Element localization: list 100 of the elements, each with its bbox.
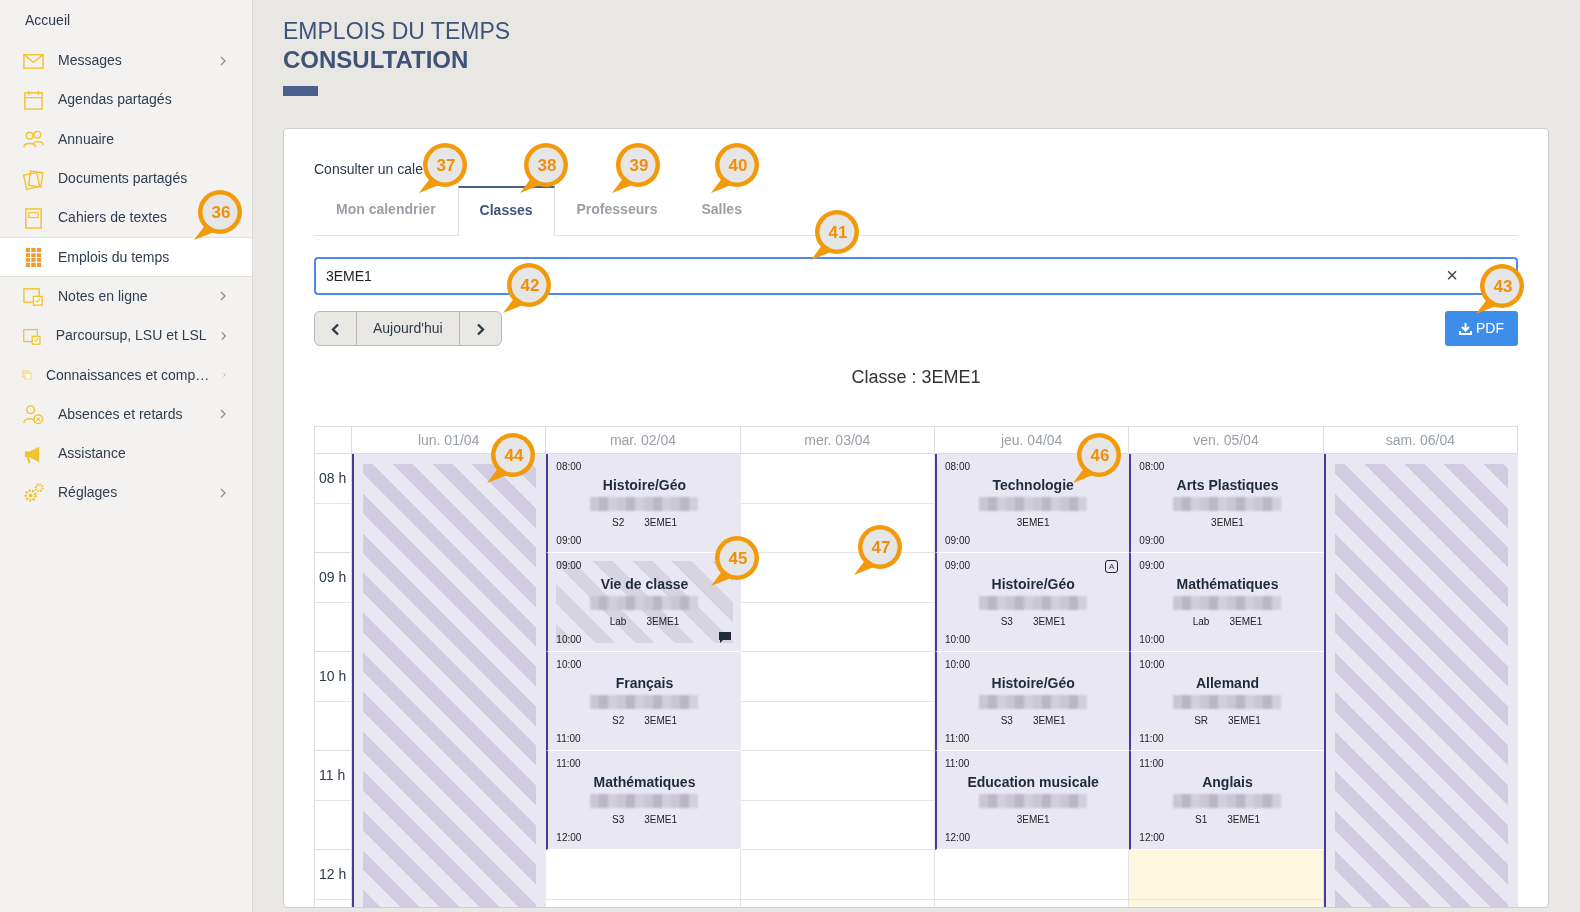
room-label: SR <box>1194 713 1209 728</box>
end-time: 11:00 <box>556 732 581 747</box>
lesson-card[interactable]: 09:00 Mathématiques Lab 3EME1 10:00 <box>1129 553 1324 653</box>
lesson-subject: Allemand <box>1196 676 1259 692</box>
room-label: S2 <box>611 515 625 530</box>
sidebar-item[interactable]: Assistance <box>0 433 152 474</box>
notebook-icon <box>22 206 44 229</box>
end-time: 11:00 <box>945 732 970 747</box>
start-time: 08:00 <box>945 460 970 475</box>
class-label: 3EME1 <box>1228 713 1261 728</box>
consult-label: Consulter un cale <box>314 161 423 178</box>
sidebar-item[interactable]: Connaissances et comp… <box>0 355 252 395</box>
sidebar-item[interactable]: Absences et retards <box>0 394 252 434</box>
end-time: 10:00 <box>945 633 970 648</box>
end-time: 09:00 <box>945 534 970 549</box>
start-time: 11:00 <box>556 757 581 772</box>
end-time: 10:00 <box>1139 633 1165 648</box>
clear-button[interactable]: × <box>1442 265 1462 286</box>
sidebar-item[interactable]: Emplois du temps <box>0 237 252 277</box>
end-time: 12:00 <box>945 831 970 846</box>
next-button[interactable] <box>458 311 502 347</box>
sidebar-item[interactable]: Notes en ligne <box>0 276 252 317</box>
room-label: S3 <box>611 812 625 827</box>
room-label: Lab <box>1192 614 1210 629</box>
sidebar-item-label: Agendas partagés <box>58 90 172 110</box>
class-label: 3EME1 <box>644 812 677 827</box>
class-label: 3EME1 <box>1032 614 1066 629</box>
lesson-card[interactable]: 10:00 Français S2 3EME1 11:00 <box>546 652 741 752</box>
sidebar-item-label: Messages <box>58 51 122 71</box>
sidebar-item-label: Réglages <box>58 483 118 503</box>
lesson-subject: Education musicale <box>967 775 1099 791</box>
gears-icon <box>22 481 44 504</box>
calendar-icon <box>22 88 44 111</box>
class-label: 3EME1 <box>644 713 677 728</box>
sidebar-item[interactable]: Documents partagés <box>0 158 214 199</box>
chevron-left-icon <box>331 323 340 337</box>
sidebar-item-label: Absences et retards <box>58 404 183 424</box>
lesson-subject: Vie de classe <box>600 577 689 593</box>
page-subtitle: CONSULTATION <box>283 45 470 75</box>
lesson-subject: Mathématiques <box>593 775 696 791</box>
start-time: 09:00 <box>1139 559 1165 574</box>
class-label: 3EME1 <box>1016 515 1050 530</box>
lesson-card[interactable]: 08:00 Arts Plastiques 3EME1 09:00 <box>1129 454 1324 554</box>
chevron-right-icon <box>475 323 485 337</box>
start-time: 10:00 <box>1139 658 1165 673</box>
class-label: 3EME1 <box>1032 713 1066 728</box>
end-time: 09:00 <box>1139 534 1165 549</box>
sidebar-item-label: Documents partagés <box>58 169 188 189</box>
tab[interactable]: Classes <box>457 186 555 237</box>
page-title: EMPLOIS DU TEMPS <box>283 18 512 46</box>
end-time: 09:00 <box>556 534 582 549</box>
home-link[interactable]: Accueil <box>0 0 252 41</box>
room-label: S2 <box>611 713 625 728</box>
chevron-right-icon <box>220 409 226 420</box>
download-icon <box>1459 322 1472 336</box>
start-time: 11:00 <box>945 757 970 772</box>
lesson-subject: Arts Plastiques <box>1176 478 1279 494</box>
lesson-subject: Français <box>615 676 674 692</box>
lesson-card[interactable]: 10:00 Allemand SR 3EME1 11:00 <box>1129 652 1324 752</box>
lesson-card[interactable]: 10:00 Histoire/Géo S3 3EME1 11:00 <box>935 652 1130 752</box>
sidebar-item[interactable]: Réglages <box>0 473 252 513</box>
start-time: 10:00 <box>556 658 582 673</box>
class-label: 3EME1 <box>1227 812 1260 827</box>
person-cross-icon <box>22 403 44 426</box>
grade-sheet-icon <box>22 285 44 308</box>
chevron-right-icon <box>220 330 226 341</box>
class-label: 3EME1 <box>646 614 680 629</box>
room-label: Lab <box>609 614 627 629</box>
sidebar-item-label: Annuaire <box>58 129 115 149</box>
sidebar-item[interactable]: Annuaire <box>0 119 141 159</box>
lesson-card[interactable]: 11:00 Anglais S1 3EME1 12:00 <box>1129 751 1324 851</box>
sidebar-item-label: Assistance <box>58 444 126 464</box>
previous-button[interactable] <box>314 311 357 347</box>
start-time: 10:00 <box>945 658 970 673</box>
sidebar-item[interactable]: Messages <box>0 41 252 81</box>
lesson-subject: Anglais <box>1202 775 1253 791</box>
today-button[interactable]: Aujourd'hui <box>356 311 460 347</box>
class-label: 3EME1 <box>644 515 677 530</box>
class-label: 3EME1 <box>1211 515 1244 530</box>
sidebar-item[interactable]: Cahiers de textes <box>0 198 193 238</box>
chevron-right-icon <box>220 55 226 66</box>
class-label: 3EME1 <box>1229 614 1263 629</box>
sidebar-item-label: Cahiers de textes <box>58 208 167 228</box>
lesson-subject: Histoire/Géo <box>991 676 1075 692</box>
class-label: 3EME1 <box>1016 812 1050 827</box>
chevron-right-icon <box>220 487 226 498</box>
lesson-subject: Histoire/Géo <box>602 478 687 494</box>
start-time: 08:00 <box>1139 460 1165 475</box>
lesson-card[interactable]: 09:00 Histoire/Géo S3 3EME1 10:00 A <box>935 553 1130 653</box>
start-time: 09:00 <box>945 559 970 574</box>
documents-icon <box>22 167 44 190</box>
lesson-card[interactable]: 11:00 Mathématiques S3 3EME1 12:00 <box>546 751 741 851</box>
sidebar-item[interactable]: Agendas partagés <box>0 80 198 120</box>
room-label: S3 <box>1000 614 1013 629</box>
lesson-card[interactable]: 11:00 Education musicale 3EME1 12:00 <box>935 751 1130 851</box>
sidebar-item-label: Notes en ligne <box>58 286 148 306</box>
sidebar-item[interactable]: Parcoursup, LSU et LSL <box>0 316 252 356</box>
room-label: S3 <box>1000 713 1013 728</box>
lesson-subject: Histoire/Géo <box>991 577 1075 593</box>
absence-tag: A <box>1105 560 1119 574</box>
